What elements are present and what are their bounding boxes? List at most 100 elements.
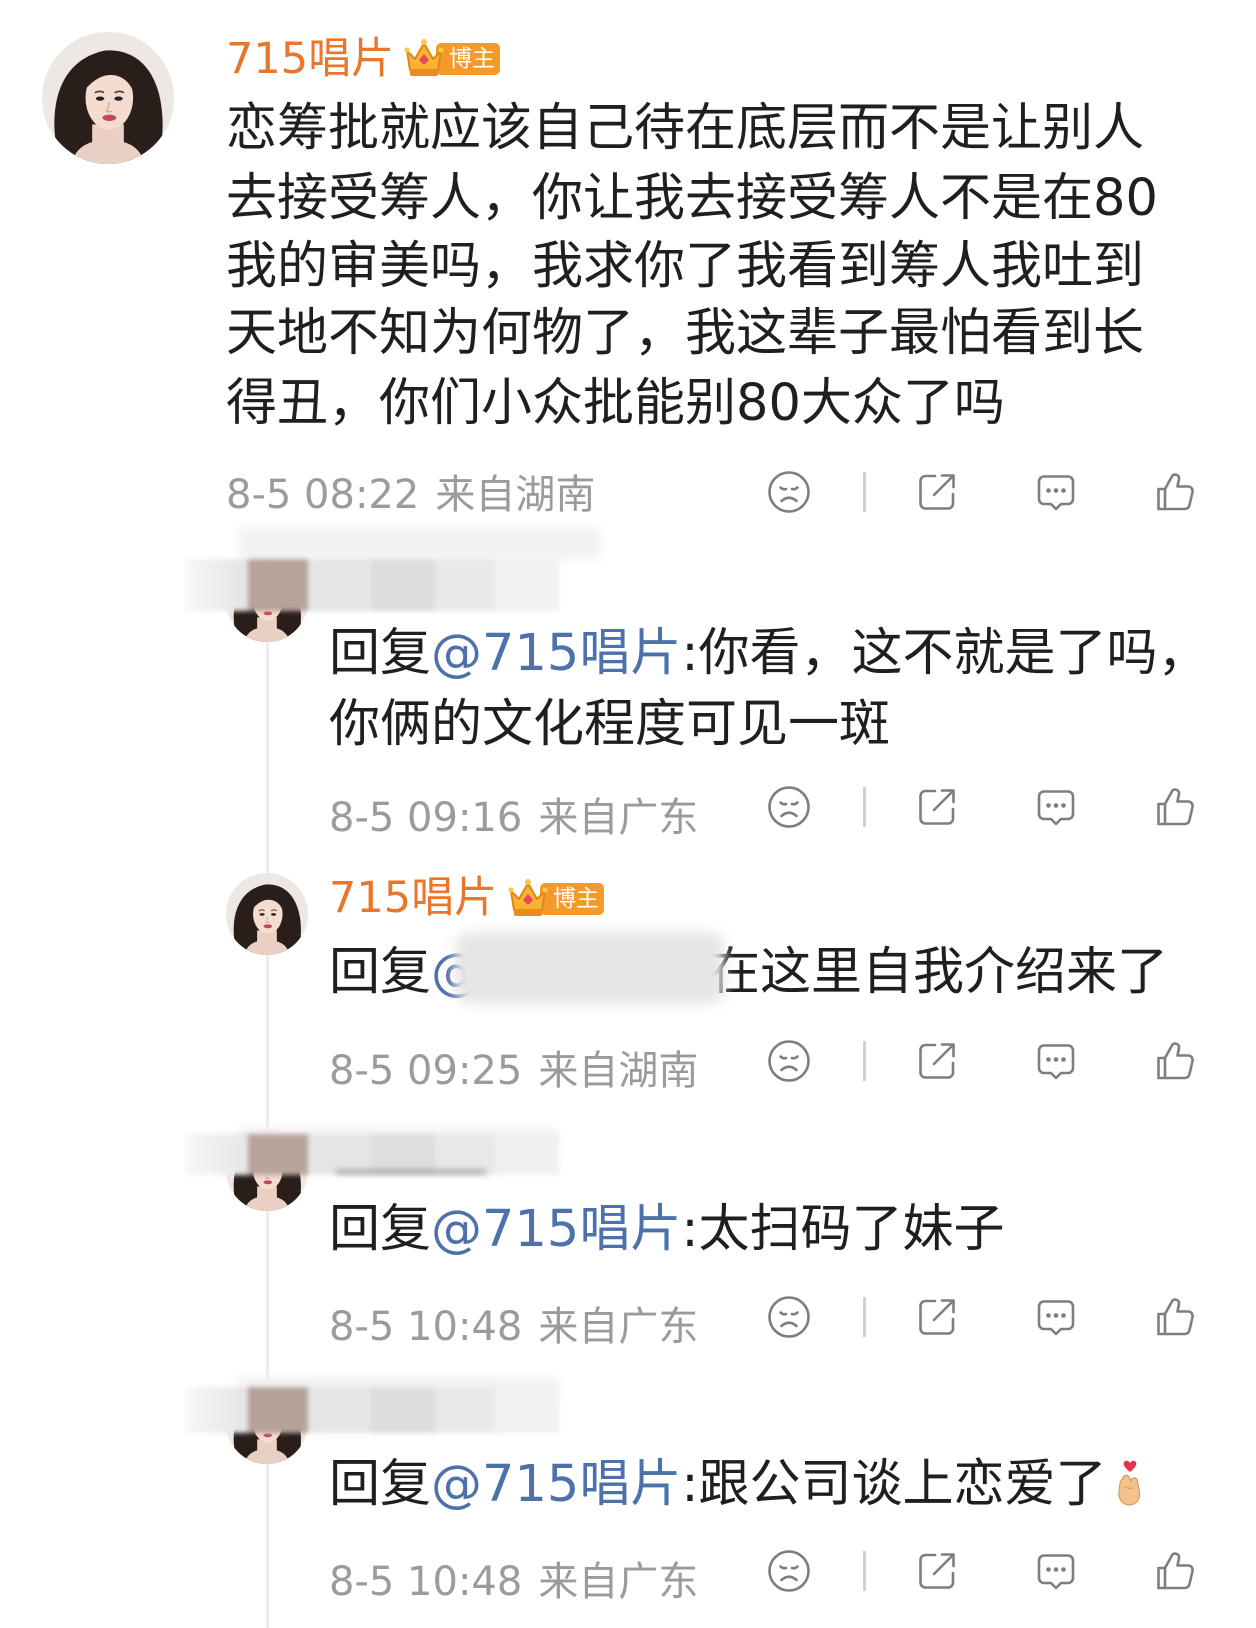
like-button[interactable]	[1152, 1548, 1198, 1594]
comment-button[interactable]	[1033, 1038, 1079, 1084]
share-icon	[919, 1043, 955, 1079]
timestamp: 8-5 09:25	[329, 1048, 523, 1094]
reply-text-line2: 你俩的文化程度可见一斑	[329, 695, 891, 754]
share-button[interactable]	[914, 784, 960, 830]
blur-cell	[248, 1134, 308, 1175]
blur-cell	[435, 1134, 495, 1175]
comment-button[interactable]	[1033, 784, 1079, 830]
location: 来自广东	[538, 1304, 699, 1350]
reply-meta: 8-5 10:48 来自广东	[329, 1557, 698, 1607]
dislike-button[interactable]	[766, 1548, 812, 1594]
comment-button[interactable]	[1033, 469, 1079, 515]
blur-cell	[308, 1387, 371, 1433]
like-button[interactable]	[1152, 469, 1198, 515]
blur-cell	[308, 1134, 371, 1175]
like-icon	[1157, 473, 1194, 511]
like-icon	[1157, 1298, 1194, 1336]
blur-cell	[371, 1387, 435, 1433]
like-button[interactable]	[1152, 1294, 1198, 1340]
sad-face-icon	[768, 1550, 810, 1592]
like-button[interactable]	[1152, 784, 1198, 830]
mention-link[interactable]: @715唱片	[431, 1200, 681, 1259]
like-icon	[1157, 788, 1194, 826]
dislike-button[interactable]	[766, 1038, 812, 1084]
mention-link[interactable]: @715唱片	[431, 624, 681, 683]
comment-button[interactable]	[1033, 1548, 1079, 1594]
blur-haze	[238, 528, 600, 559]
location: 来自广东	[538, 795, 699, 841]
crown-icon	[507, 878, 549, 917]
reply-prefix: 回复	[329, 1200, 432, 1259]
share-icon	[919, 789, 955, 825]
location: 来自湖南	[538, 1048, 699, 1094]
comment-meta: 8-5 08:22 来自湖南	[226, 470, 595, 520]
comment-icon	[1037, 1044, 1075, 1080]
divider	[863, 472, 866, 512]
reply-prefix: 回复	[329, 943, 432, 1002]
share-button[interactable]	[914, 1548, 960, 1594]
sad-face-icon	[768, 1296, 810, 1338]
redacted-user-info	[186, 528, 600, 611]
reply-text: 回复@715唱片:太扫码了妹子	[329, 1195, 1005, 1265]
avatar-photo	[226, 873, 308, 955]
dislike-button[interactable]	[766, 469, 812, 515]
like-icon	[1157, 1042, 1194, 1080]
blur-cell	[308, 559, 371, 611]
blur-cell	[435, 559, 495, 611]
share-button[interactable]	[914, 1038, 960, 1084]
blur-cell	[495, 1387, 559, 1433]
comment-button[interactable]	[1033, 1294, 1079, 1340]
finger-heart-icon	[1117, 1460, 1140, 1506]
blur-cell	[495, 559, 559, 611]
comment-icon	[1037, 790, 1075, 826]
reply-text: 回复@715唱片:跟公司谈上恋爱了	[329, 1450, 1149, 1520]
dislike-button[interactable]	[766, 784, 812, 830]
comment-line: 天地不知为何物了，我这辈子最怕看到长	[226, 304, 1145, 363]
reply-prefix: 回复	[329, 1455, 432, 1514]
avatar-photo	[42, 32, 174, 164]
comment-line: 我的审美吗，我求你了我看到筹人我吐到	[226, 237, 1145, 296]
username[interactable]: 715唱片	[226, 32, 394, 86]
timestamp: 8-5 09:16	[329, 795, 523, 841]
blur-cell	[248, 559, 308, 611]
like-icon	[1157, 1552, 1194, 1590]
reply-meta: 8-5 10:48 来自广东	[329, 1302, 698, 1352]
divider	[863, 787, 866, 827]
share-button[interactable]	[914, 469, 960, 515]
location: 来自广东	[538, 1559, 699, 1605]
avatar[interactable]	[226, 873, 308, 955]
blur-cell	[186, 559, 248, 611]
reply-body: :你看，这不就是了吗，	[681, 624, 1209, 683]
blur-streak	[336, 1170, 486, 1174]
reply-body: :太扫码了妹子	[681, 1200, 1005, 1259]
reply-body: 在这里自我介绍来了	[709, 943, 1169, 1002]
dislike-button[interactable]	[766, 1294, 812, 1340]
redacted-mention	[455, 932, 724, 1004]
blur-cell	[371, 559, 435, 611]
crown-icon	[403, 38, 445, 77]
reply-text: 回复@715唱片:你看，这不就是了吗，	[329, 619, 1209, 689]
share-button[interactable]	[914, 1294, 960, 1340]
reply-meta: 8-5 09:16 来自广东	[329, 793, 698, 843]
timestamp: 8-5 10:48	[329, 1304, 523, 1350]
comment-line: 去接受筹人，你让我去接受筹人不是在80	[226, 169, 1158, 228]
blogger-badge: 博主	[402, 37, 504, 79]
comment-icon	[1037, 1554, 1075, 1590]
sad-face-icon	[768, 786, 810, 828]
reply-meta: 8-5 09:25 来自湖南	[329, 1046, 698, 1096]
blur-mosaic	[186, 1387, 559, 1433]
divider	[863, 1297, 866, 1337]
comment-icon	[1037, 475, 1075, 511]
redacted-user-info	[186, 1128, 559, 1175]
timestamp: 8-5 10:48	[329, 1559, 523, 1605]
blur-cell	[186, 1387, 248, 1433]
username[interactable]: 715唱片	[329, 871, 497, 925]
mention-link[interactable]: @715唱片	[431, 1455, 681, 1514]
blur-cell	[435, 1387, 495, 1433]
like-button[interactable]	[1152, 1038, 1198, 1084]
blur-cell	[495, 1134, 559, 1175]
avatar[interactable]	[42, 32, 174, 164]
blur-mosaic	[186, 559, 559, 611]
sad-face-icon	[768, 1040, 810, 1082]
blur-mosaic	[186, 1134, 559, 1175]
